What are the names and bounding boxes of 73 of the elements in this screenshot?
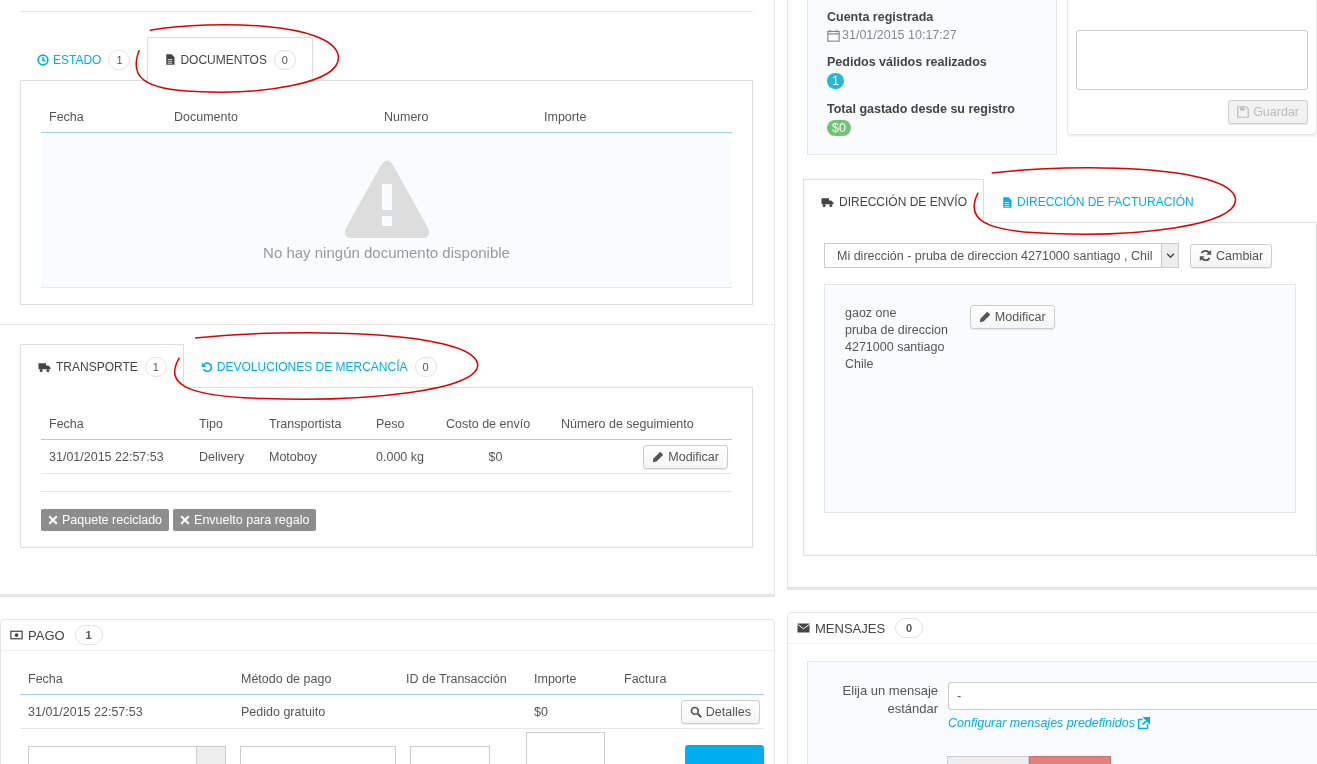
table-cell-text: 31/01/2015 22:57:53	[27, 703, 144, 721]
table-cell-text: Delivery	[198, 448, 246, 466]
edit-button[interactable]: Modificar	[643, 444, 728, 469]
external-link-icon	[1136, 716, 1150, 730]
column-header: Importe	[533, 671, 578, 688]
column-header: Peso	[375, 416, 406, 433]
table-cell-text: $0	[533, 703, 549, 721]
pencil-icon	[652, 450, 665, 463]
x-icon	[180, 515, 191, 525]
document-icon	[1001, 195, 1013, 209]
section-title: MENSAJES	[815, 620, 886, 636]
stat-label: Pedidos válidos realizados	[827, 55, 988, 69]
table-cell-text: Motoboy	[268, 448, 318, 466]
column-header: Fecha	[27, 671, 64, 688]
stat-date: 31/01/2015 10:17:27	[842, 28, 957, 42]
section-title: PAGO	[28, 627, 65, 643]
tab[interactable]: DEVOLUCIONES DE MERCANCÍA 0	[183, 345, 454, 388]
truck-icon	[820, 195, 835, 208]
tab[interactable]: DIRECCIÓN DE ENVÍO	[803, 179, 984, 223]
address-line: gaoz one	[845, 305, 898, 322]
column-header: Transportista	[268, 416, 343, 433]
input-field[interactable]	[240, 746, 397, 764]
column-header: Tipo	[198, 416, 224, 433]
message-select[interactable]: -	[948, 682, 1317, 710]
floppy-icon	[1237, 106, 1250, 118]
stat-badge: $0	[827, 120, 851, 136]
column-header: Numero	[383, 109, 430, 126]
address-line: 4271000 santiago	[845, 339, 946, 356]
field-label: Elija un mensaje estándar	[841, 682, 938, 718]
tab[interactable]: TRANSPORTE 1	[20, 344, 184, 388]
tab[interactable]: ESTADO 1	[20, 38, 148, 81]
edit-button[interactable]: Modificar	[969, 305, 1055, 329]
address-line: Chile	[845, 356, 875, 373]
warning-icon	[343, 159, 430, 238]
document-icon	[164, 53, 177, 66]
stat-badge: 1	[827, 73, 844, 89]
add-button[interactable]	[684, 745, 764, 764]
table-cell-text: $0	[487, 448, 504, 466]
address-line: pruba de direccion	[845, 322, 948, 339]
truck-icon	[37, 360, 52, 373]
table-cell-text: Pedido gratuito	[240, 703, 327, 721]
column-header: Método de pago	[240, 671, 333, 688]
input-field[interactable]	[410, 746, 490, 764]
date-field[interactable]	[28, 746, 226, 764]
note-field[interactable]	[1076, 30, 1308, 90]
column-header: Fecha	[48, 109, 85, 126]
empty-message: No hay ningún documento disponible	[263, 243, 510, 261]
undo-icon	[200, 361, 213, 373]
column-header: Número de seguimiento	[560, 416, 695, 433]
input-field[interactable]	[525, 732, 605, 764]
tab[interactable]: DOCUMENTOS 0	[147, 37, 313, 81]
column-header: Documento	[173, 109, 239, 126]
details-button[interactable]: Detalles	[680, 699, 760, 724]
address-select[interactable]: Mi dirección - pruba de direccion 4271000 santiago , Chil	[824, 243, 1179, 268]
column-header: Factura	[623, 671, 668, 688]
money-icon	[9, 629, 24, 641]
search-icon	[689, 705, 702, 718]
stat-label: Total gastado desde su registro	[827, 102, 1016, 116]
column-header: ID de Transacción	[405, 671, 508, 688]
clock-icon	[37, 54, 49, 66]
column-header: Fecha	[48, 416, 85, 433]
x-icon	[48, 515, 58, 525]
calendar-icon	[827, 28, 840, 42]
column-header: Importe	[543, 109, 588, 126]
table-cell-text: 0.000 kg	[375, 448, 425, 466]
refresh-icon	[1199, 249, 1212, 262]
pencil-icon	[978, 311, 991, 323]
change-button[interactable]: Cambiar	[1190, 243, 1273, 268]
table-cell-text: 31/01/2015 22:57:53	[48, 448, 165, 466]
envelope-icon	[796, 622, 811, 634]
stat-label: Cuenta registrada	[827, 10, 935, 24]
column-header: Costo de envío	[445, 416, 532, 433]
chevron-down-icon	[1165, 251, 1175, 260]
